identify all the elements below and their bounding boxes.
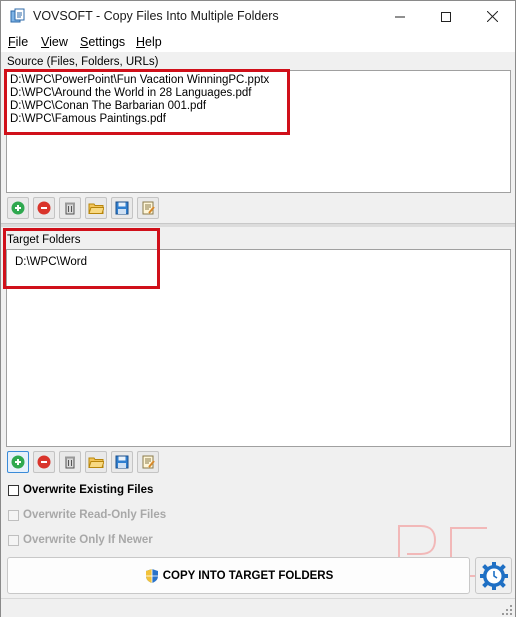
overwrite-readonly-label: Overwrite Read-Only Files bbox=[23, 509, 167, 521]
remove-icon bbox=[37, 455, 51, 469]
target-edit-button[interactable] bbox=[137, 451, 159, 473]
save-icon bbox=[115, 201, 129, 215]
open-folder-icon bbox=[88, 203, 104, 214]
overwrite-newer-checkbox: Overwrite Only If Newer bbox=[8, 533, 153, 547]
menu-help[interactable]: Help bbox=[136, 35, 162, 49]
source-highlight-box bbox=[4, 69, 290, 135]
checkbox-box[interactable] bbox=[8, 484, 19, 496]
window-title: VOVSOFT - Copy Files Into Multiple Folde… bbox=[33, 9, 279, 23]
remove-icon bbox=[37, 201, 51, 215]
checkbox-box bbox=[8, 534, 19, 546]
target-open-folder-button[interactable] bbox=[85, 451, 107, 473]
close-icon bbox=[486, 11, 498, 22]
source-edit-button[interactable] bbox=[137, 197, 159, 219]
menu-file[interactable]: File bbox=[8, 35, 28, 49]
title-bar: VOVSOFT - Copy Files Into Multiple Folde… bbox=[1, 1, 515, 32]
close-button[interactable] bbox=[469, 1, 515, 32]
status-bar bbox=[1, 598, 515, 617]
source-add-button[interactable] bbox=[7, 197, 29, 219]
target-clear-button[interactable] bbox=[59, 451, 81, 473]
menu-view[interactable]: View bbox=[41, 35, 68, 49]
source-label: Source (Files, Folders, URLs) bbox=[7, 56, 159, 68]
menu-bar: File View Settings Help bbox=[1, 32, 515, 52]
gear-clock-icon bbox=[479, 561, 508, 590]
minimize-button[interactable] bbox=[377, 1, 423, 32]
overwrite-readonly-checkbox: Overwrite Read-Only Files bbox=[8, 508, 166, 522]
target-add-button[interactable] bbox=[7, 451, 29, 473]
overwrite-newer-label: Overwrite Only If Newer bbox=[23, 534, 153, 546]
menu-settings[interactable]: Settings bbox=[80, 35, 125, 49]
minimize-icon bbox=[395, 16, 405, 17]
checkbox-box bbox=[8, 509, 19, 521]
maximize-button[interactable] bbox=[423, 1, 469, 32]
source-toolbar bbox=[7, 197, 167, 221]
app-window: VOVSOFT - Copy Files Into Multiple Folde… bbox=[0, 0, 516, 617]
resize-grip-icon[interactable] bbox=[502, 605, 512, 615]
add-icon bbox=[11, 201, 25, 215]
source-save-button[interactable] bbox=[111, 197, 133, 219]
overwrite-existing-checkbox[interactable]: Overwrite Existing Files bbox=[8, 483, 153, 497]
source-clear-button[interactable] bbox=[59, 197, 81, 219]
panel-splitter[interactable] bbox=[1, 223, 515, 227]
source-remove-button[interactable] bbox=[33, 197, 55, 219]
clear-icon bbox=[65, 456, 75, 469]
source-open-folder-button[interactable] bbox=[85, 197, 107, 219]
app-logo-icon bbox=[10, 8, 25, 23]
add-icon bbox=[11, 455, 25, 469]
target-save-button[interactable] bbox=[111, 451, 133, 473]
copy-button-label: COPY INTO TARGET FOLDERS bbox=[162, 569, 334, 582]
shield-icon bbox=[145, 568, 158, 583]
maximize-icon bbox=[441, 11, 451, 22]
overwrite-existing-label: Overwrite Existing Files bbox=[23, 484, 154, 496]
edit-icon bbox=[142, 455, 155, 469]
schedule-settings-button[interactable] bbox=[475, 557, 512, 594]
target-highlight-box bbox=[3, 228, 160, 289]
save-icon bbox=[115, 455, 129, 469]
target-remove-button[interactable] bbox=[33, 451, 55, 473]
open-folder-icon bbox=[88, 457, 104, 468]
edit-icon bbox=[142, 201, 155, 215]
target-toolbar bbox=[7, 451, 167, 475]
copy-button[interactable]: COPY INTO TARGET FOLDERS bbox=[7, 557, 470, 594]
clear-icon bbox=[65, 202, 75, 215]
